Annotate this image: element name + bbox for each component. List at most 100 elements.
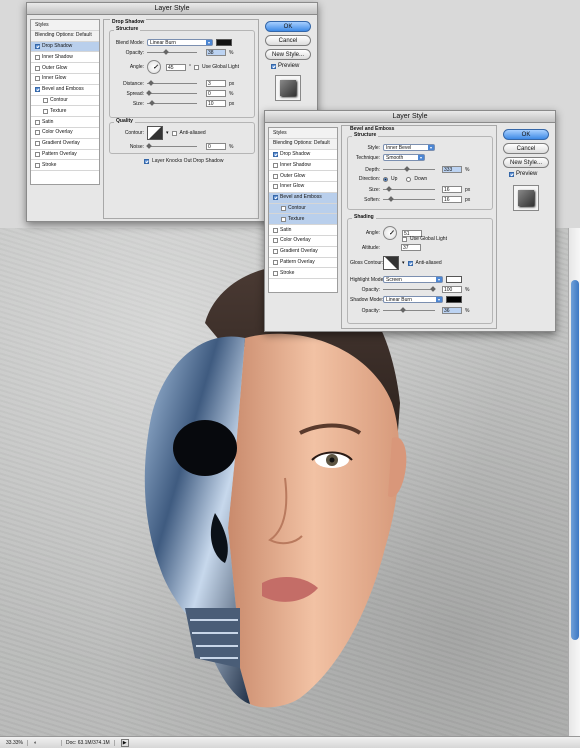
style-checkbox[interactable] — [273, 238, 278, 244]
style-list-item[interactable]: Color Overlay — [269, 236, 337, 247]
style-list-item[interactable]: Styles — [31, 20, 99, 31]
highlight-color-swatch[interactable] — [446, 276, 462, 283]
style-list-item[interactable]: Contour — [31, 96, 99, 107]
style-list-item[interactable]: Gradient Overlay — [269, 247, 337, 258]
size-field[interactable]: 16 — [442, 186, 462, 193]
bevel-style-select[interactable]: Inner Bevel ▾ — [383, 144, 435, 151]
style-list-item[interactable]: Texture — [269, 214, 337, 226]
cancel-button[interactable]: Cancel — [265, 35, 311, 46]
global-light-checkbox[interactable] — [194, 64, 199, 70]
angle-dial[interactable] — [383, 226, 397, 240]
distance-field[interactable]: 3 — [206, 80, 226, 87]
style-checkbox[interactable] — [281, 216, 286, 222]
style-list-item[interactable]: Gradient Overlay — [31, 139, 99, 150]
style-checkbox[interactable] — [35, 54, 40, 60]
opacity-slider[interactable] — [147, 49, 197, 55]
style-list-item[interactable]: Outer Glow — [31, 63, 99, 74]
style-list-item[interactable]: Drop Shadow — [31, 41, 99, 53]
shadow-color-swatch[interactable] — [216, 39, 232, 46]
slider-knob[interactable] — [148, 80, 154, 86]
style-list-item[interactable]: Inner Shadow — [31, 52, 99, 64]
style-checkbox[interactable] — [273, 195, 278, 201]
style-checkbox[interactable] — [43, 108, 48, 114]
style-checkbox[interactable] — [35, 141, 40, 147]
altitude-field[interactable]: 37 — [401, 244, 421, 251]
slider-knob[interactable] — [163, 49, 169, 55]
technique-select[interactable]: Smooth ▾ — [383, 154, 425, 161]
highlight-opacity-slider[interactable] — [383, 286, 436, 292]
style-checkbox[interactable] — [273, 227, 278, 233]
style-list-item[interactable]: Contour — [269, 203, 337, 215]
anti-aliased-checkbox[interactable] — [171, 130, 177, 136]
direction-down-radio[interactable] — [406, 176, 412, 182]
chevron-down-icon[interactable]: ▾ — [166, 130, 169, 136]
direction-up-radio[interactable] — [383, 176, 388, 182]
highlight-opacity-field[interactable]: 100 — [442, 286, 462, 293]
style-checkbox[interactable] — [35, 162, 40, 168]
slider-knob[interactable] — [430, 286, 436, 292]
new-style-button[interactable]: New Style... — [503, 157, 549, 168]
style-checkbox[interactable] — [35, 151, 40, 157]
size-slider[interactable] — [383, 186, 435, 192]
slider-knob[interactable] — [388, 196, 394, 202]
style-list-item[interactable]: Color Overlay — [31, 128, 99, 139]
slider-knob[interactable] — [400, 307, 406, 313]
slider-knob[interactable] — [149, 100, 155, 106]
blend-mode-select[interactable]: Linear Burn ▾ — [147, 39, 213, 46]
style-checkbox[interactable] — [273, 184, 278, 190]
style-list-item[interactable]: Inner Shadow — [269, 160, 337, 172]
ok-button[interactable]: OK — [503, 129, 549, 140]
style-list-item[interactable]: Styles — [269, 128, 337, 139]
style-checkbox[interactable] — [35, 43, 40, 49]
style-list-item[interactable]: Stroke — [269, 268, 337, 280]
style-checkbox[interactable] — [273, 259, 278, 265]
shadow-mode-select[interactable]: Linear Burn ▾ — [383, 296, 443, 303]
size-slider[interactable] — [147, 100, 197, 106]
style-list-item[interactable]: Stroke — [31, 160, 99, 172]
anti-aliased-checkbox[interactable] — [407, 260, 413, 266]
shadow-opacity-slider[interactable] — [383, 307, 435, 313]
style-checkbox[interactable] — [35, 65, 40, 71]
preview-checkbox[interactable] — [271, 63, 276, 69]
soften-slider[interactable] — [383, 196, 435, 202]
angle-field[interactable]: 45 — [166, 63, 186, 71]
zoom-level[interactable]: 33.33% — [6, 739, 28, 746]
depth-slider[interactable] — [383, 166, 435, 172]
noise-field[interactable]: 0 — [206, 143, 226, 150]
style-checkbox[interactable] — [273, 270, 278, 276]
shadow-opacity-field[interactable]: 36 — [442, 307, 462, 314]
style-list-item[interactable]: Blending Options: Default — [269, 138, 337, 150]
style-list-item[interactable]: Satin — [31, 117, 99, 128]
soften-field[interactable]: 16 — [442, 196, 462, 203]
highlight-mode-select[interactable]: Screen ▾ — [383, 276, 443, 283]
style-checkbox[interactable] — [43, 97, 48, 103]
style-list-item[interactable]: Outer Glow — [269, 171, 337, 182]
global-light-checkbox[interactable] — [402, 236, 407, 242]
style-checkbox[interactable] — [35, 119, 40, 125]
style-list-item[interactable]: Inner Glow — [269, 182, 337, 193]
style-list-item[interactable]: Pattern Overlay — [31, 150, 99, 161]
style-checkbox[interactable] — [273, 151, 278, 157]
shadow-color-swatch[interactable] — [446, 296, 462, 303]
opacity-field[interactable]: 38 — [206, 49, 226, 56]
slider-knob[interactable] — [386, 186, 392, 192]
style-checkbox[interactable] — [35, 76, 40, 82]
style-list-item[interactable]: Inner Glow — [31, 74, 99, 85]
style-checkbox[interactable] — [35, 130, 40, 136]
depth-field[interactable]: 333 — [442, 166, 462, 173]
style-checkbox[interactable] — [35, 87, 40, 93]
slider-knob[interactable] — [146, 143, 152, 149]
spread-field[interactable]: 0 — [206, 90, 226, 97]
knockout-checkbox[interactable] — [144, 158, 149, 164]
scroll-thumb[interactable] — [571, 280, 579, 640]
style-list-item[interactable]: Bevel and Emboss — [31, 85, 99, 96]
style-checkbox[interactable] — [273, 162, 278, 168]
vertical-scrollbar[interactable] — [568, 228, 580, 736]
size-field[interactable]: 10 — [206, 100, 226, 107]
ok-button[interactable]: OK — [265, 21, 311, 32]
style-list-item[interactable]: Satin — [269, 225, 337, 236]
new-style-button[interactable]: New Style... — [265, 49, 311, 60]
spread-slider[interactable] — [146, 90, 197, 96]
style-checkbox[interactable] — [273, 249, 278, 255]
slider-knob[interactable] — [404, 166, 410, 172]
